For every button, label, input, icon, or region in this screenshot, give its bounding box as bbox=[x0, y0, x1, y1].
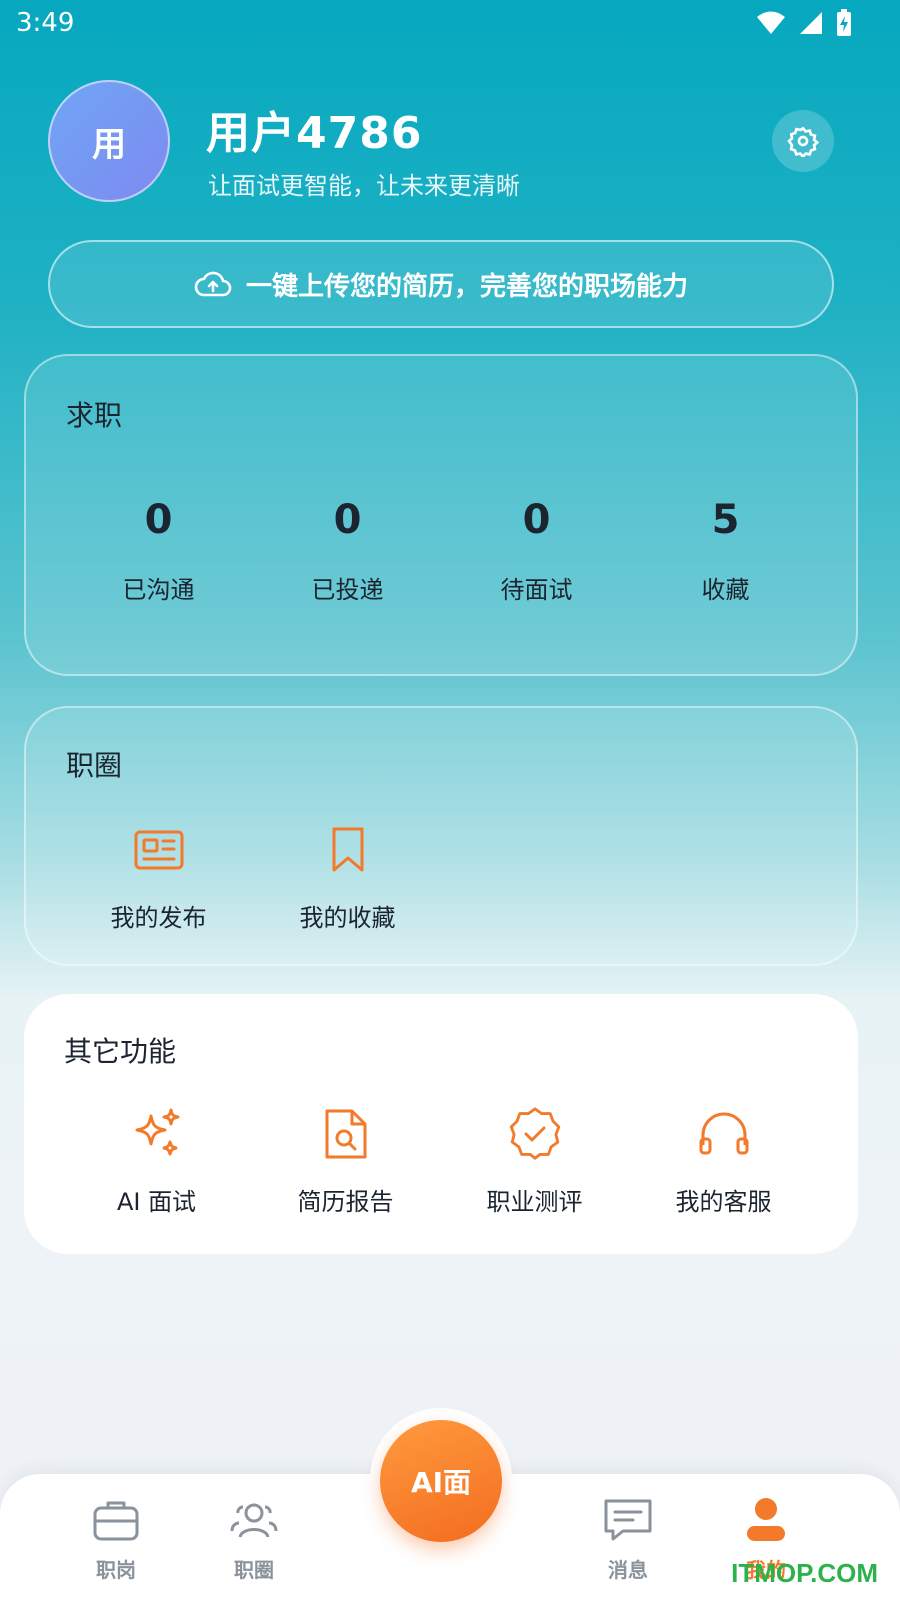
stat-label: 待面试 bbox=[500, 576, 573, 604]
stat-label: 已投递 bbox=[311, 576, 384, 604]
battery-icon bbox=[837, 9, 851, 36]
watermark: ITMOP.COM bbox=[731, 1558, 878, 1588]
tab-jobs[interactable]: 职岗 bbox=[66, 1492, 166, 1583]
other-card-title: 其它功能 bbox=[64, 1035, 177, 1068]
my-posts-label: 我的发布 bbox=[110, 904, 207, 932]
tab-messages[interactable]: 消息 bbox=[578, 1492, 678, 1583]
ai-interview-center-button[interactable]: AI面 bbox=[380, 1420, 502, 1542]
stat-value: 0 bbox=[144, 497, 173, 543]
circle-actions: 我的发布 我的收藏 bbox=[26, 820, 856, 933]
job-card-title: 求职 bbox=[66, 399, 123, 432]
stat-label: 已沟通 bbox=[122, 576, 195, 604]
upload-banner-label: 一键上传您的简历，完善您的职场能力 bbox=[245, 271, 688, 302]
settings-button[interactable] bbox=[772, 110, 834, 172]
briefcase-icon bbox=[93, 1501, 139, 1541]
stat-pending-interview[interactable]: 0 待面试 bbox=[442, 496, 631, 605]
avatar[interactable]: 用 bbox=[48, 80, 170, 202]
stat-favorites[interactable]: 5 收藏 bbox=[631, 496, 820, 605]
username: 用户4786 bbox=[206, 108, 423, 159]
other-features-card: 其它功能 AI 面试 简历报告 职业测评 我的客服 bbox=[24, 994, 858, 1254]
other-actions: AI 面试 简历报告 职业测评 我的客服 bbox=[24, 1104, 858, 1217]
tab-jobs-label: 职岗 bbox=[96, 1558, 136, 1582]
ai-interview-button[interactable]: AI 面试 bbox=[62, 1104, 251, 1217]
headset-icon bbox=[699, 1112, 748, 1155]
avatar-initial: 用 bbox=[92, 124, 126, 165]
career-circle-card: 职圈 我的发布 我的收藏 bbox=[24, 706, 858, 966]
stat-value: 0 bbox=[333, 497, 362, 543]
job-stats: 0 已沟通 0 已投递 0 待面试 5 收藏 bbox=[26, 496, 856, 605]
resume-report-label: 简历报告 bbox=[297, 1188, 394, 1216]
tab-circle[interactable]: 职圈 bbox=[204, 1492, 304, 1583]
cloud-upload-icon bbox=[194, 271, 232, 297]
center-button-label: AI面 bbox=[410, 1466, 472, 1499]
stat-value: 0 bbox=[522, 497, 551, 543]
stat-communicated[interactable]: 0 已沟通 bbox=[64, 496, 253, 605]
sparkle-icon bbox=[135, 1108, 179, 1156]
status-icons bbox=[756, 9, 852, 37]
news-card-icon bbox=[134, 830, 183, 870]
status-time: 3:49 bbox=[16, 8, 75, 38]
tab-messages-label: 消息 bbox=[608, 1558, 648, 1582]
job-seeking-card: 求职 0 已沟通 0 已投递 0 待面试 5 收藏 bbox=[24, 354, 858, 676]
my-favorites-label: 我的收藏 bbox=[299, 904, 396, 932]
my-favorites-button[interactable]: 我的收藏 bbox=[253, 820, 442, 933]
career-assessment-button[interactable]: 职业测评 bbox=[440, 1104, 629, 1217]
upload-resume-button[interactable]: 一键上传您的简历，完善您的职场能力 bbox=[48, 240, 834, 328]
people-icon bbox=[230, 1503, 278, 1538]
stat-value: 5 bbox=[711, 497, 740, 543]
gear-icon bbox=[787, 126, 819, 157]
chat-icon bbox=[604, 1499, 652, 1541]
user-icon bbox=[747, 1498, 785, 1541]
ai-interview-label: AI 面试 bbox=[116, 1188, 197, 1216]
profile-slogan: 让面试更智能，让未来更清晰 bbox=[208, 172, 520, 200]
document-search-icon bbox=[325, 1109, 366, 1159]
circle-card-title: 职圈 bbox=[66, 749, 123, 782]
status-bar: 3:49 bbox=[0, 0, 900, 50]
tab-circle-label: 职圈 bbox=[234, 1558, 274, 1582]
customer-service-label: 我的客服 bbox=[675, 1188, 772, 1216]
bookmark-icon bbox=[332, 827, 363, 872]
resume-report-button[interactable]: 简历报告 bbox=[251, 1104, 440, 1217]
wifi-icon bbox=[757, 11, 785, 34]
my-posts-button[interactable]: 我的发布 bbox=[64, 820, 253, 933]
stat-applied[interactable]: 0 已投递 bbox=[253, 496, 442, 605]
signal-icon bbox=[800, 12, 822, 34]
customer-service-button[interactable]: 我的客服 bbox=[629, 1104, 818, 1217]
check-badge-icon bbox=[509, 1107, 560, 1160]
stat-label: 收藏 bbox=[701, 576, 750, 604]
career-assessment-label: 职业测评 bbox=[486, 1188, 583, 1216]
